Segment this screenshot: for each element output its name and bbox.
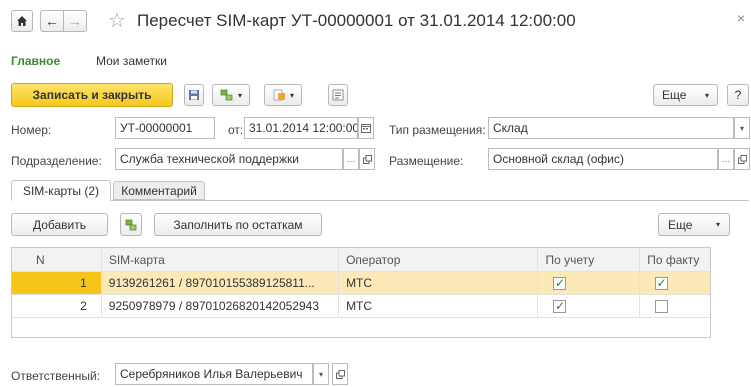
row-number: 2 — [12, 295, 102, 317]
division-open-button[interactable] — [359, 148, 375, 170]
date-field[interactable]: 31.01.2014 12:00:00 — [244, 117, 358, 139]
operator-cell[interactable]: МТС — [339, 295, 539, 317]
related-documents-button[interactable]: ▾ — [212, 84, 250, 106]
checkmark-icon: ✓ — [554, 276, 565, 290]
column-header-sim[interactable]: SIM-карта — [102, 248, 340, 271]
number-field[interactable]: УТ-00000001 — [115, 117, 215, 139]
open-link-icon — [737, 154, 747, 164]
dropdown-arrow-icon: ▾ — [715, 220, 720, 229]
help-button[interactable]: ? — [727, 84, 749, 106]
placement-type-field[interactable]: Склад — [488, 117, 734, 139]
floppy-disk-icon — [189, 90, 199, 100]
tab-comment[interactable]: Комментарий — [113, 181, 205, 200]
create-document-icon — [273, 89, 285, 101]
back-button[interactable]: ← — [40, 10, 64, 32]
pick-items-icon — [125, 219, 136, 230]
favorite-star-icon[interactable]: ☆ — [108, 8, 126, 33]
save-button[interactable] — [184, 84, 204, 106]
dropdown-arrow-icon: ▾ — [289, 90, 294, 100]
dropdown-arrow-icon: ▾ — [704, 90, 709, 100]
placement-type-dropdown-button[interactable]: ▾ — [734, 117, 750, 139]
report-icon — [332, 89, 344, 101]
row-number: 1 — [12, 272, 102, 294]
actual-cell: ✓ — [640, 272, 710, 294]
table-more-button[interactable]: Еще ▾ — [658, 213, 730, 236]
table-row[interactable]: 2 9250978979 / 89701026820142052943 МТС … — [12, 294, 710, 317]
table-row[interactable]: 1 9139261261 / 897010155389125811... МТС… — [12, 271, 710, 294]
add-button[interactable]: Добавить — [11, 213, 108, 236]
sim-card-cell[interactable]: 9139261261 / 897010155389125811... — [102, 272, 340, 294]
nav-notes-link[interactable]: Мои заметки — [96, 54, 167, 68]
open-link-icon — [335, 369, 345, 379]
close-icon[interactable]: × — [737, 10, 745, 26]
arrow-right-icon: → — [68, 13, 82, 29]
home-icon — [17, 16, 27, 26]
calendar-icon — [361, 124, 371, 133]
date-from-label: от: — [228, 123, 244, 137]
column-header-accounted[interactable]: По учету — [538, 248, 641, 271]
nav-main-link[interactable]: Главное — [11, 54, 60, 68]
column-header-actual[interactable]: По факту — [640, 248, 710, 271]
column-header-operator[interactable]: Оператор — [339, 248, 539, 271]
column-header-n[interactable]: N — [12, 248, 102, 271]
more-label: Еще — [662, 88, 687, 102]
placement-open-button[interactable] — [734, 148, 750, 170]
placement-label: Размещение: — [389, 154, 464, 168]
table-header-row: N SIM-карта Оператор По учету По факту — [12, 248, 710, 271]
tab-sim-cards-label: SIM-карты (2) — [22, 183, 100, 198]
dropdown-arrow-icon: ▾ — [318, 369, 323, 379]
accounted-checkbox[interactable]: ✓ — [553, 299, 567, 313]
division-field[interactable]: Служба технической поддержки — [115, 148, 343, 170]
table-more-label: Еще — [668, 217, 693, 232]
calendar-button[interactable] — [358, 117, 374, 139]
responsible-field[interactable]: Серебряников Илья Валерьевич — [115, 363, 313, 385]
actual-checkbox[interactable]: ✓ — [655, 276, 669, 290]
open-link-icon — [362, 154, 372, 164]
accounted-checkbox[interactable]: ✓ — [553, 276, 567, 290]
placement-field[interactable]: Основной склад (офис) — [488, 148, 718, 170]
division-label: Подразделение: — [11, 154, 102, 168]
placement-type-label: Тип размещения: — [389, 123, 486, 137]
report-button[interactable] — [328, 84, 348, 106]
placement-select-button[interactable]: … — [718, 148, 734, 170]
sim-card-cell[interactable]: 9250978979 / 89701026820142052943 — [102, 295, 340, 317]
accounted-cell: ✓ — [538, 295, 641, 317]
tabs-baseline — [11, 200, 749, 201]
page-title: Пересчет SIM-карт УТ-00000001 от 31.01.2… — [137, 11, 576, 30]
actual-cell — [640, 295, 710, 317]
accounted-cell: ✓ — [538, 272, 641, 294]
more-button[interactable]: Еще ▾ — [653, 84, 718, 106]
responsible-label: Ответственный: — [11, 369, 101, 383]
forward-button[interactable]: → — [63, 10, 87, 32]
responsible-dropdown-button[interactable]: ▾ — [313, 363, 329, 385]
sim-cards-table[interactable]: N SIM-карта Оператор По учету По факту 1… — [11, 247, 711, 338]
create-based-on-button[interactable]: ▾ — [264, 84, 302, 106]
documents-structure-icon — [220, 89, 233, 101]
ellipsis-icon: … — [721, 154, 731, 164]
arrow-left-icon: ← — [45, 13, 59, 29]
ellipsis-icon: … — [346, 154, 356, 164]
responsible-open-button[interactable] — [332, 363, 348, 385]
dropdown-arrow-icon: ▾ — [237, 90, 242, 100]
number-label: Номер: — [11, 123, 52, 137]
fill-from-stock-button[interactable]: Заполнить по остаткам — [154, 213, 322, 236]
home-button[interactable] — [11, 10, 33, 32]
table-empty-area — [12, 317, 710, 337]
actual-checkbox[interactable] — [655, 299, 669, 313]
save-and-close-button[interactable]: Записать и закрыть — [11, 83, 173, 107]
dropdown-arrow-icon: ▾ — [739, 123, 744, 133]
checkmark-icon: ✓ — [554, 299, 565, 313]
operator-cell[interactable]: МТС — [339, 272, 539, 294]
tab-comment-label: Комментарий — [121, 183, 197, 198]
pick-button[interactable] — [120, 213, 142, 236]
division-select-button[interactable]: … — [343, 148, 359, 170]
checkmark-icon: ✓ — [656, 276, 667, 290]
tab-sim-cards[interactable]: SIM-карты (2) — [11, 180, 111, 201]
